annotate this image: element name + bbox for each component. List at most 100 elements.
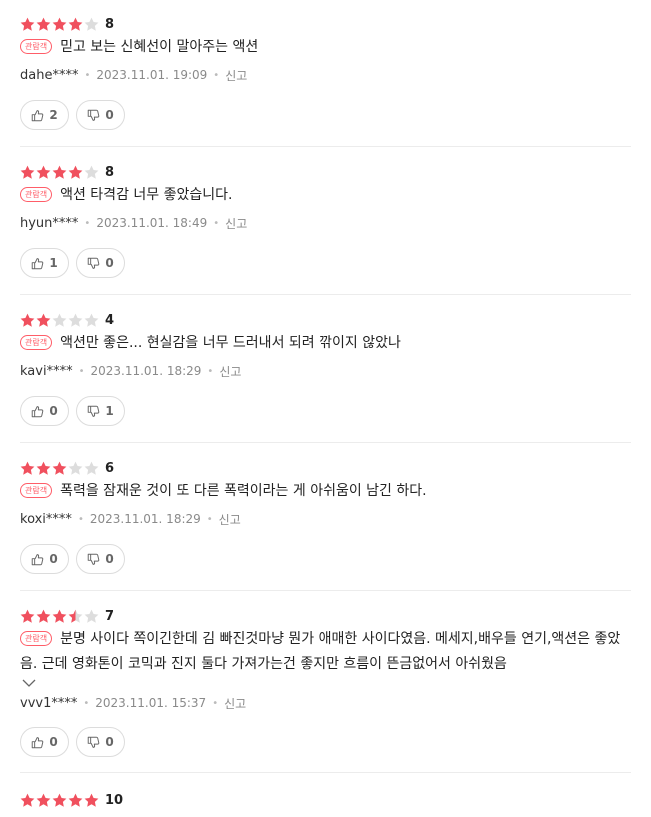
vote-row: 0 0 xyxy=(20,544,125,574)
review-meta: koxi**** • 2023.11.01. 18:29 • 신고 xyxy=(20,509,241,529)
star-icon xyxy=(68,793,83,807)
like-button[interactable]: 0 xyxy=(20,396,69,426)
thumbs-up-icon xyxy=(32,257,44,269)
review-text: 믿고 보는 신혜선이 말아주는 액션 xyxy=(60,39,259,55)
review-text: 액션 타격감 너무 좋았습니다. xyxy=(60,187,233,203)
rating-row: 7 xyxy=(20,606,114,626)
star-icon xyxy=(68,461,83,475)
like-button[interactable]: 1 xyxy=(20,248,69,278)
audience-badge: 관람객 xyxy=(20,483,53,498)
report-link[interactable]: 신고 xyxy=(219,363,241,380)
dislike-button[interactable]: 1 xyxy=(76,396,125,426)
vote-row: 0 1 xyxy=(20,396,125,426)
like-button[interactable]: 2 xyxy=(20,100,69,130)
separator-dot: • xyxy=(78,365,85,377)
review-content: 관람객 폭력을 잠재운 것이 또 다른 폭력이라는 게 아쉬움이 남긴 하다. xyxy=(20,479,631,504)
dislike-button[interactable]: 0 xyxy=(76,248,125,278)
report-link[interactable]: 신고 xyxy=(225,67,247,84)
star-icon xyxy=(52,461,67,475)
divider xyxy=(20,146,631,147)
review-text: 폭력을 잠재운 것이 또 다른 폭력이라는 게 아쉬움이 남긴 하다. xyxy=(60,483,427,499)
star-rating xyxy=(20,461,99,476)
review-meta: hyun**** • 2023.11.01. 18:49 • 신고 xyxy=(20,213,247,233)
star-icon xyxy=(20,461,35,475)
star-icon xyxy=(36,313,51,327)
thumbs-up-icon xyxy=(32,736,44,748)
star-icon xyxy=(52,609,67,623)
chevron-down-icon[interactable] xyxy=(22,678,36,688)
dislike-button[interactable]: 0 xyxy=(76,544,125,574)
like-count: 0 xyxy=(49,404,58,418)
rating-score: 7 xyxy=(105,608,115,624)
report-link[interactable]: 신고 xyxy=(225,215,247,232)
star-icon xyxy=(84,609,99,623)
review-text: 분명 사이다 쪽이긴한데 김 빠진것마냥 뭔가 애매한 사이다였음. 메세지,배… xyxy=(20,631,621,672)
star-icon xyxy=(84,165,99,179)
dislike-count: 0 xyxy=(105,552,114,566)
star-icon xyxy=(20,609,35,623)
star-icon xyxy=(52,17,67,31)
rating-row: 6 xyxy=(20,458,114,478)
thumbs-down-icon xyxy=(88,553,100,565)
vote-row: 0 0 xyxy=(20,727,125,757)
star-rating xyxy=(20,609,99,624)
review-meta: vvv1**** • 2023.11.01. 15:37 • 신고 xyxy=(20,693,246,713)
like-button[interactable]: 0 xyxy=(20,727,69,757)
review-meta: dahe**** • 2023.11.01. 19:09 • 신고 xyxy=(20,65,247,85)
audience-badge: 관람객 xyxy=(20,335,53,350)
star-icon xyxy=(36,461,51,475)
rating-score: 10 xyxy=(105,792,124,808)
like-button[interactable]: 0 xyxy=(20,544,69,574)
review-content: 관람객 액션만 좋은... 현실감을 너무 드러내서 되려 깎이지 않았나 xyxy=(20,331,631,356)
star-rating xyxy=(20,793,99,808)
separator-dot: • xyxy=(83,697,90,709)
like-count: 0 xyxy=(49,552,58,566)
star-icon xyxy=(84,793,99,807)
rating-score: 8 xyxy=(105,16,115,32)
star-icon xyxy=(84,313,99,327)
author-id: hyun**** xyxy=(20,215,79,231)
star-icon xyxy=(68,17,83,31)
star-icon xyxy=(20,165,35,179)
report-link[interactable]: 신고 xyxy=(224,695,246,712)
thumbs-down-icon xyxy=(88,257,100,269)
review-date: 2023.11.01. 19:09 xyxy=(96,68,208,82)
review-date: 2023.11.01. 18:49 xyxy=(96,216,208,230)
star-icon xyxy=(20,17,35,31)
separator-dot: • xyxy=(77,513,84,525)
star-icon xyxy=(20,313,35,327)
star-icon xyxy=(84,17,99,31)
rating-row: 8 xyxy=(20,162,114,182)
audience-badge: 관람객 xyxy=(20,187,53,202)
review-meta: kavi**** • 2023.11.01. 18:29 • 신고 xyxy=(20,361,241,381)
thumbs-up-icon xyxy=(32,553,44,565)
author-id: dahe**** xyxy=(20,67,79,83)
report-link[interactable]: 신고 xyxy=(219,511,241,528)
dislike-count: 0 xyxy=(105,735,114,749)
rating-score: 4 xyxy=(105,312,115,328)
thumbs-down-icon xyxy=(88,736,100,748)
separator-dot: • xyxy=(213,69,220,81)
dislike-count: 0 xyxy=(105,108,114,122)
divider xyxy=(20,590,631,591)
author-id: kavi**** xyxy=(20,363,73,379)
review-content: 관람객 믿고 보는 신혜선이 말아주는 액션 xyxy=(20,35,631,60)
dislike-button[interactable]: 0 xyxy=(76,100,125,130)
separator-dot: • xyxy=(206,513,213,525)
dislike-count: 1 xyxy=(105,404,114,418)
star-icon xyxy=(36,609,51,623)
thumbs-up-icon xyxy=(32,405,44,417)
star-icon xyxy=(36,17,51,31)
dislike-button[interactable]: 0 xyxy=(76,727,125,757)
star-icon xyxy=(20,793,35,807)
separator-dot: • xyxy=(207,365,214,377)
star-icon xyxy=(52,313,67,327)
separator-dot: • xyxy=(213,217,220,229)
rating-row: 10 xyxy=(20,790,123,810)
separator-dot: • xyxy=(84,69,91,81)
audience-badge: 관람객 xyxy=(20,39,53,54)
divider xyxy=(20,442,631,443)
star-icon xyxy=(68,313,83,327)
review-content: 관람객 분명 사이다 쪽이긴한데 김 빠진것마냥 뭔가 애매한 사이다였음. 메세… xyxy=(20,627,631,677)
audience-badge: 관람객 xyxy=(20,631,53,646)
